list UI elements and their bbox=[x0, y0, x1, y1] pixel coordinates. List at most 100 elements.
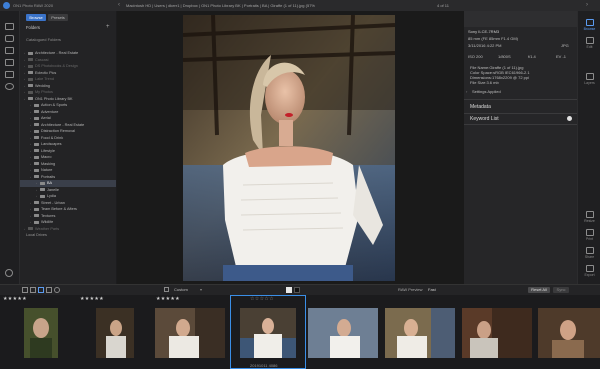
info-inspector: Sony ILCE-7RM3 85 mm (FE 85mm F1.4 GM) 3… bbox=[464, 11, 577, 284]
folder-label: Architecture - Real Estate bbox=[41, 122, 85, 127]
folder-icon bbox=[28, 71, 33, 74]
module-rail: Browse Edit Layers Resize Print Share Export bbox=[577, 11, 600, 284]
iso-value: ISO 200 bbox=[468, 54, 483, 59]
export-icon bbox=[585, 265, 594, 272]
module-resize-button[interactable]: Resize bbox=[581, 211, 598, 223]
cloud-icon[interactable] bbox=[5, 83, 14, 90]
folders-header[interactable]: Folders bbox=[26, 25, 40, 30]
forward-arrow-icon[interactable]: › bbox=[586, 2, 588, 9]
star-rating[interactable]: ★★★★★ bbox=[80, 296, 104, 302]
grid-view-icon[interactable] bbox=[22, 287, 28, 293]
left-tool-rail bbox=[0, 11, 20, 284]
reset-all-button[interactable]: Reset All bbox=[528, 287, 550, 293]
folder-label: Eclectic Pics bbox=[35, 70, 57, 75]
thumbnail[interactable] bbox=[308, 308, 378, 358]
folder-icon bbox=[28, 58, 33, 61]
module-label: Print bbox=[585, 237, 594, 241]
keyword-toggle-icon[interactable] bbox=[567, 116, 572, 121]
camera-icon[interactable] bbox=[5, 35, 14, 42]
metadata-header[interactable]: Metadata bbox=[470, 104, 491, 110]
folder-icon bbox=[34, 175, 39, 178]
settings-applied[interactable]: Settings Applied bbox=[472, 89, 501, 94]
raw-preview-dropdown[interactable]: Fast bbox=[428, 287, 436, 293]
tab-presets[interactable]: Presets bbox=[48, 14, 68, 21]
folder-label: Macro bbox=[41, 155, 52, 159]
divider bbox=[464, 124, 577, 125]
module-layers-button[interactable]: Layers bbox=[581, 73, 598, 85]
browse-icon bbox=[585, 19, 594, 26]
module-share-button[interactable]: Share bbox=[581, 247, 598, 259]
module-edit-button[interactable]: Edit bbox=[581, 37, 598, 49]
divider bbox=[464, 99, 577, 100]
browse-sidebar: Browse Presets Folders + Catalogued Fold… bbox=[20, 11, 134, 284]
folder-label: ON1 Photo Library BK bbox=[35, 96, 73, 101]
folder-label: Food & Drink bbox=[41, 135, 64, 140]
thumbnail[interactable] bbox=[155, 308, 225, 358]
divider bbox=[464, 113, 577, 114]
clock-icon[interactable] bbox=[5, 269, 13, 277]
breadcrumb[interactable]: Macintosh HD | Users | dkerr1 | Dropbox … bbox=[126, 3, 426, 8]
aperture-value: f/1.4 bbox=[528, 54, 536, 59]
folder-label: Weather Parts bbox=[35, 226, 60, 231]
map-view-icon[interactable] bbox=[54, 287, 60, 293]
folder-label: Janelle bbox=[47, 187, 60, 192]
color-label-white[interactable] bbox=[286, 287, 292, 293]
chevron-down-icon[interactable]: ▾ bbox=[200, 287, 202, 293]
color-label-black[interactable] bbox=[294, 287, 300, 293]
folder-label: Architecture - Real Estate bbox=[35, 51, 79, 55]
folder-icon bbox=[34, 142, 39, 146]
folder-icon bbox=[34, 155, 39, 159]
module-export-button[interactable]: Export bbox=[581, 265, 598, 277]
keyword-list-header[interactable]: Keyword List bbox=[470, 116, 499, 122]
folder-label: Wildlife bbox=[41, 220, 54, 224]
add-folder-icon[interactable]: + bbox=[106, 24, 110, 30]
folder-label: Lake Trend bbox=[35, 77, 54, 81]
folder-label: Nature bbox=[41, 168, 53, 172]
folder-icon bbox=[28, 84, 33, 87]
back-arrow-icon[interactable]: ‹ bbox=[118, 2, 120, 9]
folder-icon bbox=[28, 97, 33, 100]
folder-icon bbox=[28, 51, 33, 55]
detail-view-icon[interactable] bbox=[38, 287, 44, 293]
folder-label: Adventure bbox=[41, 109, 59, 114]
star-rating[interactable]: ★★★★★ bbox=[3, 296, 27, 302]
thumbnail[interactable] bbox=[385, 308, 455, 358]
shutter-value: 1/800S bbox=[498, 54, 511, 59]
folder-icon bbox=[28, 227, 33, 230]
folder-icon bbox=[34, 149, 39, 152]
folder-icon bbox=[34, 123, 39, 126]
filmstrip: ★★★★★ ★★★★★ ★★★★★ ☆☆☆☆☆ 20191011 4086 bbox=[0, 295, 600, 369]
resize-icon bbox=[585, 211, 594, 218]
folder-icon bbox=[34, 168, 39, 172]
main-photo[interactable] bbox=[183, 15, 395, 281]
thumbnail-selected[interactable] bbox=[240, 308, 296, 358]
sort-dropdown[interactable]: Custom bbox=[174, 287, 188, 293]
monitor-icon[interactable] bbox=[5, 23, 14, 30]
tab-browse[interactable]: Browse bbox=[26, 14, 46, 21]
sync-button[interactable]: Sync bbox=[553, 287, 569, 293]
folder-label: Cascasi bbox=[35, 57, 49, 62]
folder-icon bbox=[34, 136, 39, 139]
folder-label: Lydia bbox=[47, 194, 56, 198]
sort-checkbox[interactable] bbox=[164, 287, 169, 292]
drive-icon[interactable] bbox=[5, 59, 14, 66]
module-browse-button[interactable]: Browse bbox=[581, 19, 598, 31]
module-label: Share bbox=[584, 255, 595, 259]
thumbnail[interactable] bbox=[538, 308, 600, 358]
star-rating[interactable]: ★★★★★ bbox=[156, 296, 180, 302]
histogram-area bbox=[464, 11, 577, 27]
thumbnail[interactable] bbox=[24, 308, 58, 358]
compare-view-icon[interactable] bbox=[46, 287, 52, 293]
thumbnail[interactable] bbox=[462, 308, 532, 358]
module-print-button[interactable]: Print bbox=[581, 229, 598, 241]
app-title: ON1 Photo RAW 2020 bbox=[13, 3, 54, 8]
folder-icon[interactable] bbox=[5, 47, 14, 54]
module-label: Resize bbox=[584, 219, 595, 223]
thumbnail[interactable] bbox=[96, 308, 134, 358]
settings-chevron-icon[interactable]: › bbox=[466, 89, 467, 94]
folder-label: DS Photobooks & Design bbox=[35, 64, 78, 68]
filmstrip-view-icon[interactable] bbox=[30, 287, 36, 293]
album-icon[interactable] bbox=[5, 71, 14, 78]
local-drives-header[interactable]: Local Drives bbox=[20, 232, 116, 239]
camera-model: Sony ILCE-7RM3 bbox=[468, 29, 500, 34]
